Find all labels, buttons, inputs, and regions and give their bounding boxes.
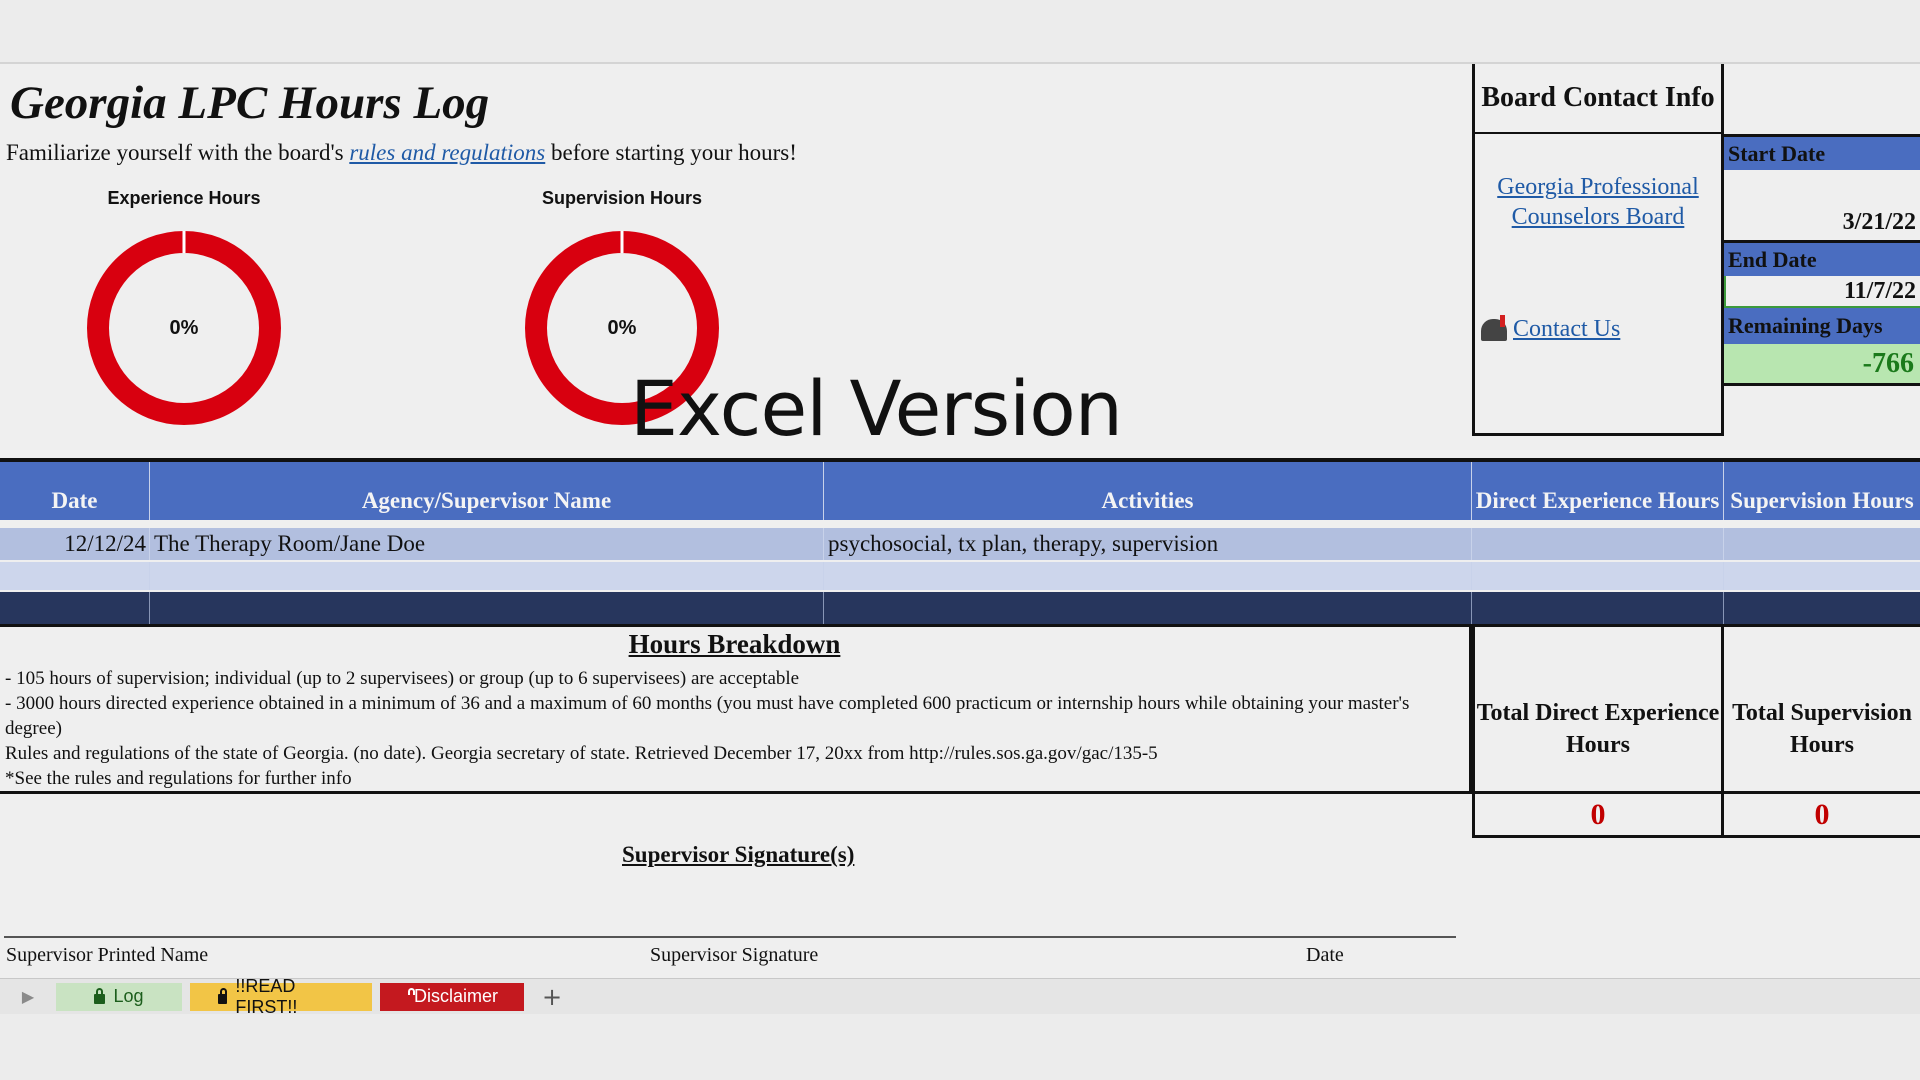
footer-cell	[1724, 592, 1920, 626]
rules-link[interactable]: rules and regulations	[349, 140, 545, 165]
hours-breakdown-title: Hours Breakdown	[628, 629, 841, 659]
sheet-title: Georgia LPC Hours Log	[10, 77, 490, 129]
bottom-area	[0, 1014, 1920, 1080]
tab-disclaimer-label: Disclaimer	[414, 986, 499, 1006]
board-contact-heading: Board Contact Info	[1475, 64, 1721, 134]
sheet-tab-bar: ▶ Log !!READ FIRST!! Disclaimer +	[0, 976, 1920, 1017]
spreadsheet-canvas: Georgia LPC Hours Log Familiarize yourse…	[0, 64, 1920, 978]
board-link[interactable]: Georgia Professional Counselors Board	[1475, 172, 1721, 232]
subtitle-text-after: before starting your hours!	[545, 140, 797, 165]
remaining-days-value[interactable]: -766	[1724, 344, 1920, 386]
footer-cell	[150, 592, 824, 626]
cell-agency[interactable]: The Therapy Room/Jane Doe	[150, 528, 824, 560]
tab-read-first-label: !!READ FIRST!!	[235, 975, 298, 1017]
footer-cell	[824, 592, 1472, 626]
remaining-days-label: Remaining Days	[1724, 308, 1920, 344]
printed-name-label: Supervisor Printed Name	[6, 944, 209, 966]
tab-log-label: Log	[113, 986, 144, 1006]
start-date-value[interactable]: 3/21/22	[1724, 170, 1920, 240]
header-activities[interactable]: Activities	[824, 462, 1472, 520]
end-date-label: End Date	[1724, 240, 1920, 276]
subtitle-text-before: Familiarize yourself with the board's	[6, 140, 350, 165]
supervisor-signature-title: Supervisor Signature(s)	[622, 842, 855, 867]
experience-chart-title: Experience Hours	[107, 188, 261, 208]
dates-spacer	[1724, 64, 1920, 134]
experience-percent: 0%	[169, 316, 199, 339]
experience-donut-chart[interactable]: 0%	[84, 228, 284, 428]
board-contact-box: Board Contact Info Georgia Professional …	[1472, 64, 1724, 436]
table-row: 12/12/24 The Therapy Room/Jane Doe psych…	[0, 528, 1920, 560]
sheet-subtitle: Familiarize yourself with the board's ru…	[6, 140, 797, 166]
total-supervision-label: Total Supervision Hours	[1724, 624, 1920, 794]
header-date[interactable]: Date	[0, 462, 150, 520]
cell-direct-hours[interactable]	[1472, 528, 1724, 560]
header-agency[interactable]: Agency/Supervisor Name	[150, 462, 824, 520]
lock-icon	[94, 987, 106, 1004]
start-date-label: Start Date	[1724, 134, 1920, 170]
signature-line	[4, 936, 1456, 938]
cell-date[interactable]: 12/12/24	[0, 528, 150, 560]
header-direct-hours[interactable]: Direct Experience Hours	[1472, 462, 1724, 520]
cell-empty[interactable]	[0, 562, 150, 590]
total-supervision-value[interactable]: 0	[1724, 794, 1920, 838]
cell-empty[interactable]	[1472, 562, 1724, 590]
footer-cell	[1472, 592, 1724, 626]
hours-breakdown-box: Hours Breakdown - 105 hours of supervisi…	[0, 624, 1472, 794]
table-footer-bar	[0, 592, 1920, 626]
total-direct-value[interactable]: 0	[1472, 794, 1724, 838]
excel-version-overlay: Excel Version	[630, 364, 1123, 453]
contact-us-label: Contact Us	[1513, 316, 1621, 342]
total-direct-label: Total Direct Experience Hours	[1472, 624, 1724, 794]
end-date-value[interactable]: 11/7/22	[1724, 276, 1920, 308]
breakdown-line: - 105 hours of supervision; individual (…	[5, 668, 800, 689]
header-supervision-hours[interactable]: Supervision Hours	[1724, 462, 1920, 520]
supervision-chart-title: Supervision Hours	[541, 188, 703, 208]
signature-label: Supervisor Signature	[650, 944, 819, 966]
contact-us-link[interactable]: Contact Us	[1481, 314, 1621, 343]
lock-icon	[218, 987, 228, 1004]
cell-empty[interactable]	[1724, 562, 1920, 590]
tab-disclaimer[interactable]: Disclaimer	[380, 982, 524, 1011]
breakdown-line: Rules and regulations of the state of Ge…	[5, 743, 1158, 764]
tab-log[interactable]: Log	[56, 982, 182, 1011]
cell-supervision-hours[interactable]	[1724, 528, 1920, 560]
top-toolbar-area	[0, 0, 1920, 64]
table-row-empty	[0, 562, 1920, 590]
cell-activities[interactable]: psychosocial, tx plan, therapy, supervis…	[824, 528, 1472, 560]
footer-cell	[0, 592, 150, 626]
log-table-header: Date Agency/Supervisor Name Activities D…	[0, 458, 1920, 520]
date-label: Date	[1306, 944, 1344, 966]
cell-empty[interactable]	[824, 562, 1472, 590]
dates-panel: Start Date 3/21/22 End Date 11/7/22 Rema…	[1724, 64, 1920, 394]
breakdown-line: *See the rules and regulations for furth…	[5, 768, 352, 789]
add-sheet-button[interactable]: +	[542, 983, 562, 1011]
mailbox-icon	[1481, 314, 1507, 341]
breakdown-line: - 3000 hours directed experience obtaine…	[5, 693, 1410, 739]
tab-scroll-right-icon[interactable]: ▶	[0, 987, 56, 1006]
tab-read-first[interactable]: !!READ FIRST!!	[190, 976, 372, 1017]
cell-empty[interactable]	[150, 562, 824, 590]
